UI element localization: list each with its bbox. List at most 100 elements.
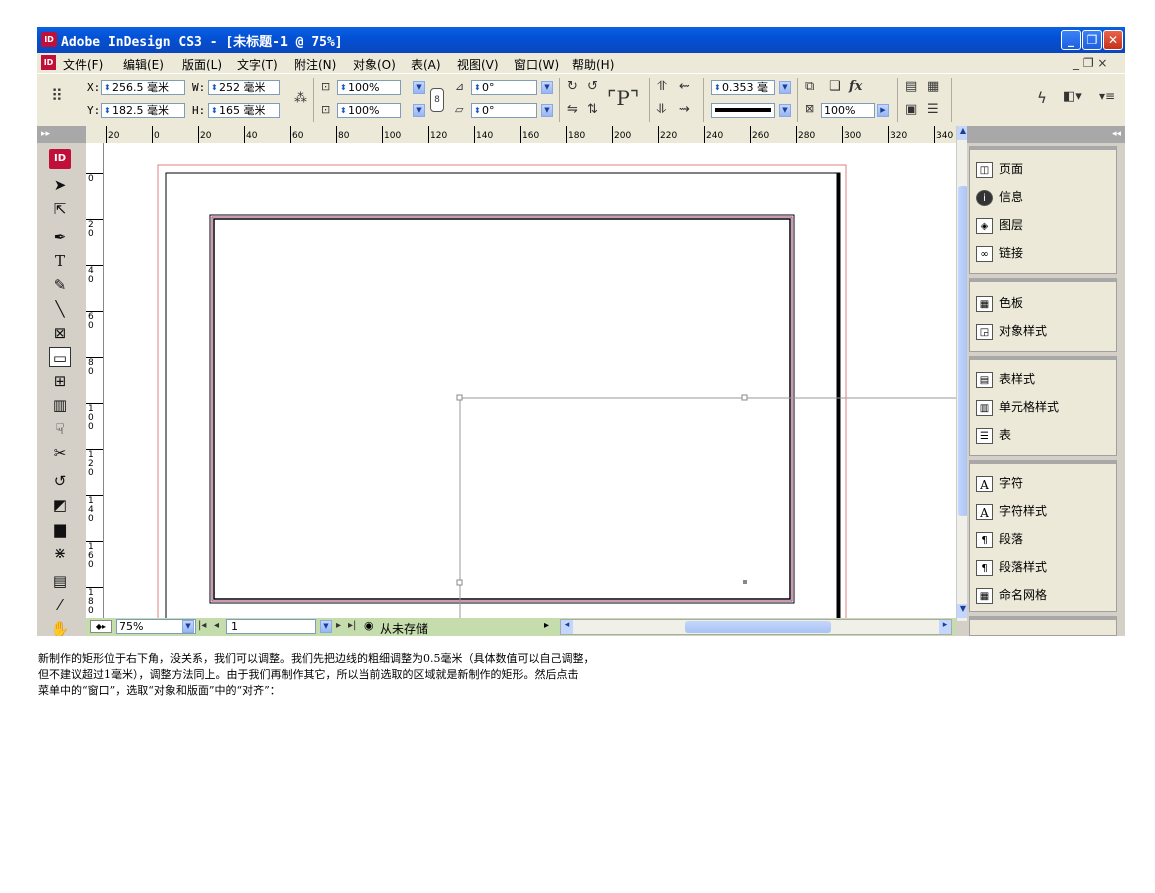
flip-horizontal-icon[interactable]: ⇋ xyxy=(567,102,578,117)
select-content-icon[interactable]: ⥥ xyxy=(657,102,666,117)
rectangle-frame-tool-icon[interactable]: ⊠ xyxy=(49,323,71,343)
h-field[interactable]: ⬍165 毫米 xyxy=(208,103,280,118)
free-transform-tool-icon[interactable]: ⋇ xyxy=(49,543,71,563)
menu-object[interactable]: 对象(O) xyxy=(353,56,396,73)
status-menu-icon[interactable]: ▸ xyxy=(544,620,549,631)
select-previous-icon[interactable]: ⇜ xyxy=(679,79,690,94)
stroke-weight-field[interactable]: ⬍0.353 毫 xyxy=(711,80,775,95)
panel-info[interactable]: i 信息 xyxy=(976,188,1023,212)
panel-table[interactable]: ☰ 表 xyxy=(976,426,1011,450)
rotate-field[interactable]: ⬍0° xyxy=(471,80,537,95)
pen-tool-icon[interactable]: ✒ xyxy=(49,227,71,247)
stroke-weight-dropdown[interactable]: ▼ xyxy=(779,81,791,94)
panel-layers[interactable]: ◈ 图层 xyxy=(976,216,1023,240)
selection-tool-icon[interactable]: ➤ xyxy=(49,175,71,195)
menu-layout[interactable]: 版面(L) xyxy=(182,56,222,73)
gradient-feather-tool-icon[interactable]: ▆ xyxy=(49,519,71,539)
panel-menu-icon[interactable]: ▾≡ xyxy=(1099,89,1115,103)
stroke-type-field[interactable] xyxy=(711,103,775,118)
x-field[interactable]: ⬍256.5 毫米 xyxy=(101,80,185,95)
vertical-grid-tool-icon[interactable]: ▥ xyxy=(49,395,71,415)
selection-handle[interactable] xyxy=(456,579,463,586)
first-page-icon[interactable]: |◂ xyxy=(198,620,206,631)
drop-shadow-icon[interactable]: ❑ xyxy=(829,79,841,94)
prev-page-icon[interactable]: ◂ xyxy=(214,620,219,631)
selection-handle[interactable] xyxy=(456,394,463,401)
panel-paragraph[interactable]: ¶ 段落 xyxy=(976,530,1023,554)
opacity-field[interactable]: 100% xyxy=(821,103,875,118)
menu-type[interactable]: 文字(T) xyxy=(237,56,278,73)
panel-links[interactable]: ∞ 链接 xyxy=(976,244,1023,268)
reference-point-icon[interactable]: ⠿ xyxy=(51,86,63,105)
h-scroll-thumb[interactable] xyxy=(685,621,831,633)
gradient-tool-icon[interactable]: ◩ xyxy=(49,495,71,515)
last-page-icon[interactable]: ▸| xyxy=(348,620,356,631)
restore-button[interactable]: ❐ xyxy=(1082,30,1102,50)
panel-cell-styles[interactable]: ▥ 单元格样式 xyxy=(976,398,1059,422)
select-next-icon[interactable]: ⇝ xyxy=(679,102,690,117)
page-field[interactable]: 1 xyxy=(226,619,316,634)
next-page-icon[interactable]: ▸ xyxy=(336,620,341,631)
flip-vertical-icon[interactable]: ⇅ xyxy=(587,102,598,117)
menu-view[interactable]: 视图(V) xyxy=(457,56,499,73)
selection-handle[interactable] xyxy=(741,394,748,401)
menu-edit[interactable]: 编辑(E) xyxy=(123,56,164,73)
scale-y-dropdown[interactable]: ▼ xyxy=(413,104,425,117)
stroke-style-icon[interactable]: ⧉ xyxy=(805,79,814,94)
rotate-tool-icon[interactable]: ↺ xyxy=(49,471,71,491)
line-tool-icon[interactable]: ╲ xyxy=(49,299,71,319)
scroll-left-arrow[interactable]: ◂ xyxy=(561,620,573,634)
first-rectangle-outer[interactable] xyxy=(209,214,795,604)
scale-x-field[interactable]: ⬍100% xyxy=(337,80,401,95)
note-tool-icon[interactable]: ▤ xyxy=(49,571,71,591)
rotate-dropdown[interactable]: ▼ xyxy=(541,81,553,94)
rotate-ccw-icon[interactable]: ↺ xyxy=(587,79,598,94)
button-tool-icon[interactable]: ☟ xyxy=(49,419,71,439)
panel-swatches[interactable]: ▦ 色板 xyxy=(976,294,1023,318)
rectangle-tool-icon[interactable]: ▭ xyxy=(49,347,71,367)
text-frame-icon[interactable]: ▦ xyxy=(927,79,939,94)
scale-y-field[interactable]: ⬍100% xyxy=(337,103,401,118)
menu-notes[interactable]: 附注(N) xyxy=(294,56,336,73)
panel-character[interactable]: A 字符 xyxy=(976,474,1023,498)
close-button[interactable]: ✕ xyxy=(1103,30,1123,50)
page-dropdown[interactable]: ▼ xyxy=(320,620,332,633)
dock-collapse-strip[interactable]: ◂◂ xyxy=(967,126,1125,143)
link-chain-icon[interactable]: 8 xyxy=(430,88,444,112)
fit-content-icon[interactable]: ▣ xyxy=(905,102,917,117)
pencil-tool-icon[interactable]: ✎ xyxy=(49,275,71,295)
scale-x-dropdown[interactable]: ▼ xyxy=(413,81,425,94)
minimize-button[interactable]: _ xyxy=(1061,30,1081,50)
w-field[interactable]: ⬍252 毫米 xyxy=(208,80,280,95)
panel-table-styles[interactable]: ▤ 表样式 xyxy=(976,370,1035,394)
menu-file[interactable]: 文件(F) xyxy=(63,56,103,73)
constrain-proportions-icon[interactable]: ⁂ xyxy=(294,91,307,106)
shear-field[interactable]: ⬍0° xyxy=(471,103,537,118)
panel-object-styles[interactable]: ◲ 对象样式 xyxy=(976,322,1047,346)
shear-dropdown[interactable]: ▼ xyxy=(541,104,553,117)
rotate-cw-icon[interactable]: ↻ xyxy=(567,79,578,94)
hand-tool-icon[interactable]: ✋ xyxy=(49,619,71,636)
bridge-icon[interactable]: ◧▾ xyxy=(1063,89,1082,104)
horizontal-scrollbar[interactable]: ◂ ▸ xyxy=(560,619,952,635)
panel-pages[interactable]: ◫ 页面 xyxy=(976,160,1023,184)
panel-character-styles[interactable]: A 字符样式 xyxy=(976,502,1047,526)
panel-paragraph-styles[interactable]: ¶ 段落样式 xyxy=(976,558,1047,582)
select-container-icon[interactable]: ⥣ xyxy=(657,79,666,94)
selection-center-point[interactable] xyxy=(743,580,747,584)
toolbox-collapse-strip[interactable]: ▸▸ xyxy=(37,126,86,143)
menu-window[interactable]: 窗口(W) xyxy=(514,56,559,73)
document-canvas[interactable] xyxy=(104,143,966,621)
panel-named-grid[interactable]: ▦ 命名网格 xyxy=(976,586,1047,610)
align-icon[interactable]: ☰ xyxy=(927,102,939,117)
menu-help[interactable]: 帮助(H) xyxy=(572,56,614,73)
fx-icon[interactable]: fx xyxy=(849,79,862,94)
text-wrap-icon[interactable]: ▤ xyxy=(905,79,917,94)
stroke-type-dropdown[interactable]: ▼ xyxy=(779,104,791,117)
type-tool-icon[interactable]: T xyxy=(49,251,71,271)
view-toggle-icon[interactable]: ◆▸ xyxy=(90,620,112,633)
scissors-tool-icon[interactable]: ✂ xyxy=(49,443,71,463)
zoom-dropdown[interactable]: ▼ xyxy=(182,620,194,633)
direct-selection-tool-icon[interactable]: ⇱ xyxy=(49,199,71,219)
opacity-expand[interactable]: ▶ xyxy=(877,104,889,117)
